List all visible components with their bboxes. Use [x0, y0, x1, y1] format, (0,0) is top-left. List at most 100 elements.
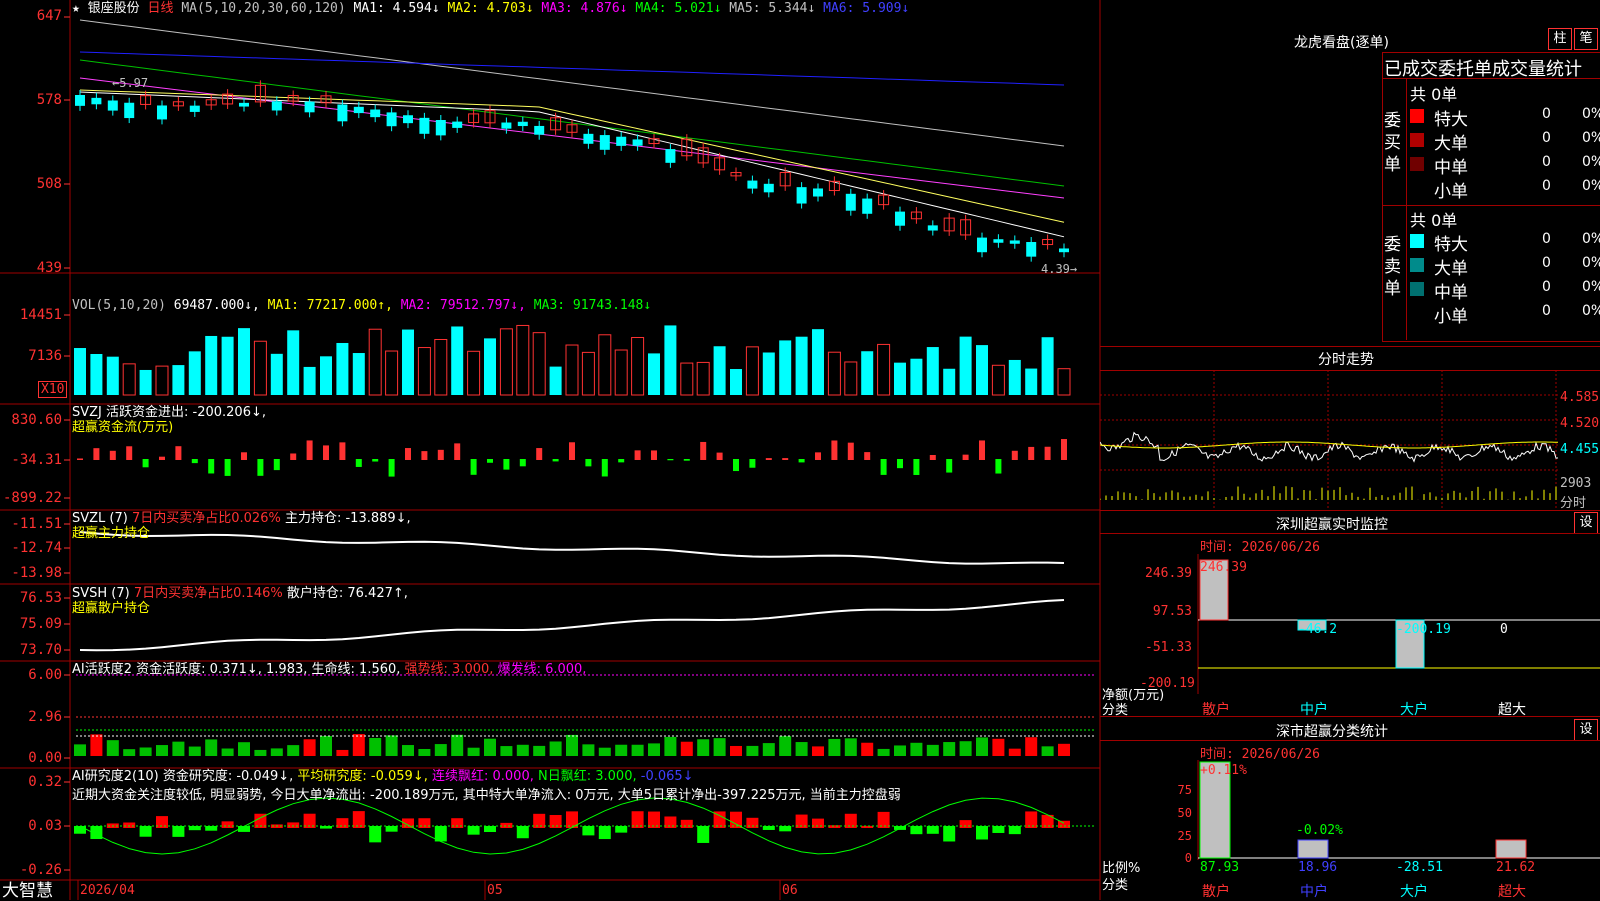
retail-hold-line [79, 599, 1065, 652]
volume-bar [303, 366, 316, 395]
flow-bar [224, 459, 231, 476]
sz-classify-value: -28.51 [1396, 860, 1443, 875]
research-bar [943, 826, 956, 842]
sz-monitor-settings-button[interactable]: 设 [1574, 512, 1598, 534]
column-view-button[interactable]: 柱 [1548, 28, 1572, 50]
stock-name: 银座股份 [87, 1, 140, 16]
row-name: 小单 [1434, 182, 1468, 202]
flow-bar [257, 459, 264, 476]
sz-bar-value: 0 [1500, 622, 1508, 637]
activity-bar [451, 734, 464, 756]
activity-bar [172, 741, 185, 756]
flow-bar [569, 442, 575, 460]
flow-bar [733, 459, 739, 472]
candle-body [419, 117, 430, 134]
research-bar [467, 826, 480, 835]
flow-bar [388, 459, 395, 477]
row-pct: 0% [1582, 154, 1600, 170]
ai-active-header: AI活跃度2 资金活跃度: 0.371↓, 1.983, 生命线: 1.560,… [72, 663, 586, 677]
volume-bar [696, 361, 710, 396]
favorite-star-icon[interactable]: ★ [72, 1, 80, 16]
vol-axis-label: 14451 [19, 307, 62, 323]
sz-classify-category-label: 大户 [1400, 884, 1428, 900]
level-swatch [1410, 306, 1424, 320]
flow-bar [667, 459, 674, 461]
research-bar [877, 811, 890, 828]
volume-bar [1057, 368, 1071, 396]
bar-mid [1297, 839, 1329, 859]
sz-classify-value: 18.96 [1298, 860, 1338, 875]
flow-bar [847, 442, 854, 460]
flow-bar [109, 450, 116, 460]
price-axis-label: 647 [36, 8, 62, 24]
sz-classify-value: 21.62 [1496, 860, 1536, 875]
activity-bar [352, 734, 365, 756]
row-name: 大单 [1434, 259, 1468, 279]
ma4-value: MA4: 5.021↓ [635, 1, 722, 16]
intraday-chart[interactable] [1100, 370, 1600, 510]
flow-bar [716, 452, 723, 460]
flow-bar [503, 459, 510, 470]
volume-bar [434, 338, 448, 396]
ma-label: MA(5,10,20,30,60,120) [181, 1, 346, 16]
volume-bar [467, 350, 481, 396]
buy-row: 特大 0 0% [1406, 104, 1600, 130]
vol-value: 69487.000↓, [173, 298, 260, 313]
research-bar [484, 826, 496, 833]
research-bar [615, 826, 628, 833]
volume-bar [795, 336, 808, 395]
research-bar [418, 818, 431, 828]
volume-bar [713, 346, 726, 395]
sz-classify-settings-button[interactable]: 设 [1574, 719, 1598, 741]
ai-active-axis-label: 2.96 [28, 709, 62, 725]
flow-bar [487, 459, 493, 463]
activity-bar [402, 745, 414, 756]
candle-body [1026, 242, 1037, 257]
candle-body [616, 136, 627, 146]
svsh-axis-label: 73.70 [19, 642, 62, 658]
activity-bar [287, 745, 300, 756]
volume-bar [877, 343, 891, 396]
sell-row: 小单 0 0% [1406, 301, 1600, 327]
period-label[interactable]: 日线 [148, 1, 174, 16]
candle-body [337, 104, 348, 122]
volume-bar [532, 332, 546, 396]
row-name: 中单 [1434, 283, 1468, 303]
row-count: 0 [1542, 231, 1551, 247]
volume-bar [238, 328, 250, 395]
research-bar [74, 826, 86, 834]
row-count: 0 [1542, 279, 1551, 295]
level-swatch [1410, 109, 1424, 123]
flow-bar [454, 443, 461, 460]
candle-body [75, 95, 85, 106]
activity-bar [549, 741, 562, 756]
research-bar [451, 818, 464, 828]
flow-bar [765, 458, 772, 460]
sz-monitor-title: 深圳超赢实时监控 [1276, 517, 1388, 533]
candle-body [370, 109, 381, 118]
ai-research-axis-label: -0.26 [19, 862, 62, 878]
volume-bar [106, 356, 119, 395]
flow-bar [93, 448, 100, 460]
flow-bar [962, 454, 969, 460]
flow-bar [77, 458, 83, 460]
volume-bar [910, 358, 923, 395]
activity-bar [762, 743, 775, 756]
pen-view-button[interactable]: 笔 [1574, 28, 1598, 50]
intraday-vol-unit: 分时 [1560, 496, 1587, 511]
volume-bar [484, 338, 496, 395]
flow-bar [897, 459, 903, 469]
activity-bar [1025, 737, 1038, 756]
candle-body [157, 105, 167, 120]
row-pct: 0% [1582, 130, 1600, 146]
research-bar [549, 815, 562, 828]
activity-bar [188, 746, 201, 756]
activity-bar [418, 748, 431, 756]
flow-bar [126, 446, 133, 460]
volume-bar [745, 346, 759, 396]
ai-active-value2: 1.983, [266, 662, 308, 677]
volume-bar [1041, 337, 1054, 395]
sz-monitor-axis-label: 97.53 [1152, 604, 1192, 619]
sell-row: 特大 0 0% [1406, 229, 1600, 255]
vol-ma3: MA3: 91743.148↓ [533, 298, 652, 313]
